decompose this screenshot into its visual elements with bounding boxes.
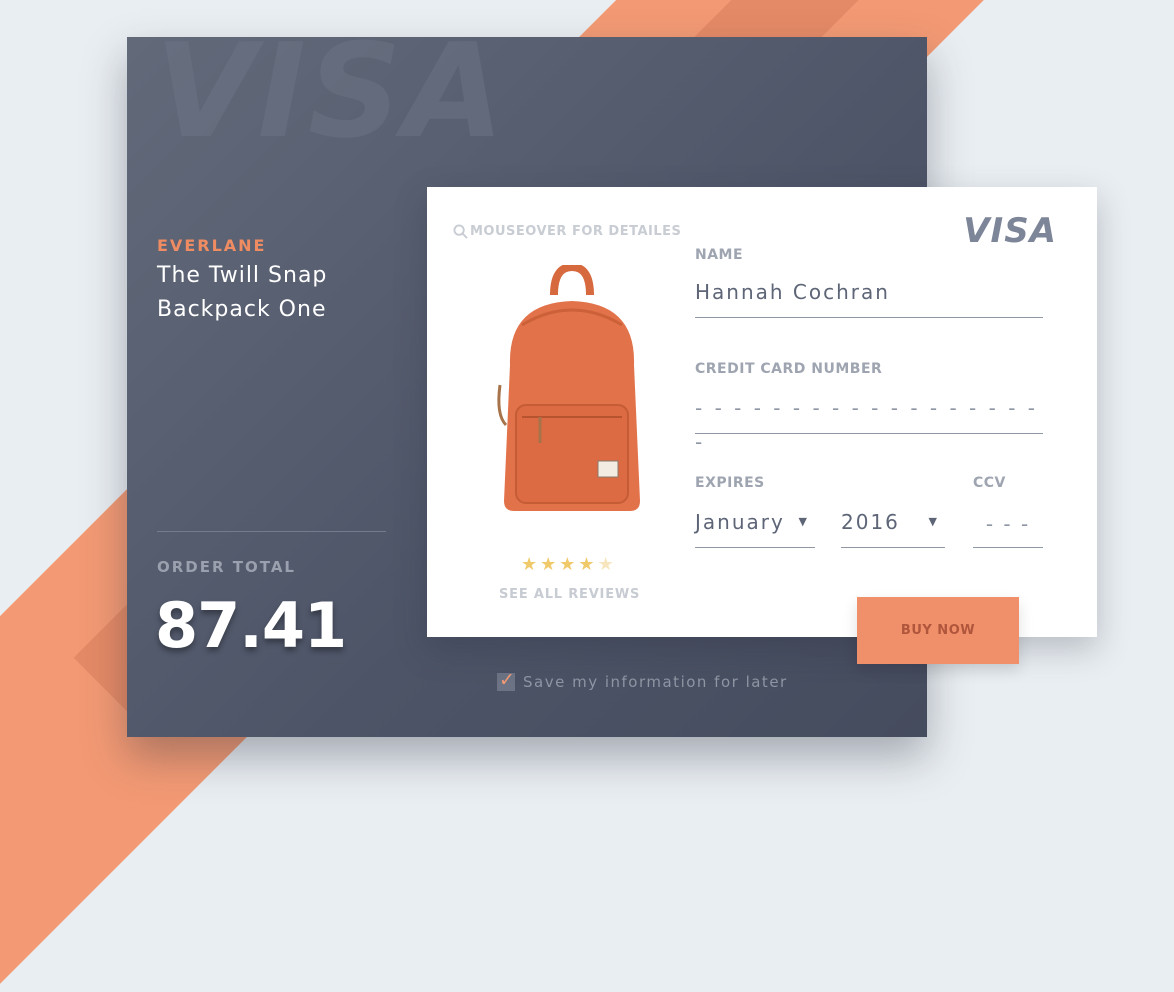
expiry-year-select[interactable]: 2016 ▼	[841, 505, 945, 548]
card-number-label: CREDIT CARD NUMBER	[695, 361, 883, 377]
divider	[157, 531, 386, 532]
order-total-value: 87.41	[155, 589, 347, 662]
save-info-label: Save my information for later	[523, 673, 788, 691]
payment-card: MOUSEOVER FOR DETAILES VISA ★ ★ ★ ★ ★ SE…	[427, 187, 1097, 637]
expiry-year-value: 2016	[841, 510, 900, 534]
expiry-month-select[interactable]: January ▼	[695, 505, 815, 548]
order-total-label: ORDER TOTAL	[157, 558, 296, 576]
backpack-image	[497, 265, 640, 511]
expiry-month-value: January	[695, 510, 785, 534]
save-info-row[interactable]: Save my information for later	[497, 669, 788, 691]
mouseover-hint-text: MOUSEOVER FOR DETAILES	[470, 224, 682, 239]
search-icon	[453, 224, 468, 239]
expires-label: EXPIRES	[695, 475, 765, 491]
chevron-down-icon: ▼	[798, 515, 809, 528]
star-icon: ★	[559, 554, 576, 575]
chevron-down-icon: ▼	[928, 515, 939, 528]
see-all-reviews-link[interactable]: SEE ALL REVIEWS	[499, 587, 640, 602]
product-name: The Twill Snap Backpack One	[157, 263, 328, 322]
save-info-checkbox[interactable]	[497, 669, 515, 691]
card-number-input[interactable]: - - - - - - - - - - - - - - - - - - -	[695, 391, 1043, 454]
star-icon: ★	[578, 554, 595, 575]
name-input[interactable]: Hannah Cochran	[695, 275, 1043, 318]
rating-stars: ★ ★ ★ ★ ★	[521, 556, 614, 574]
name-label: NAME	[695, 247, 744, 263]
mouseover-hint[interactable]: MOUSEOVER FOR DETAILES	[453, 224, 681, 239]
star-icon: ★	[540, 554, 557, 575]
star-empty-icon: ★	[597, 554, 614, 575]
product-brand: EVERLANE	[157, 236, 267, 255]
star-icon: ★	[521, 554, 538, 575]
visa-watermark: VISA	[155, 37, 507, 167]
ccv-input[interactable]: - - -	[973, 505, 1043, 548]
ccv-label: CCV	[973, 475, 1006, 491]
visa-logo: VISA	[963, 211, 1057, 251]
buy-now-button[interactable]: BUY NOW	[857, 597, 1019, 664]
